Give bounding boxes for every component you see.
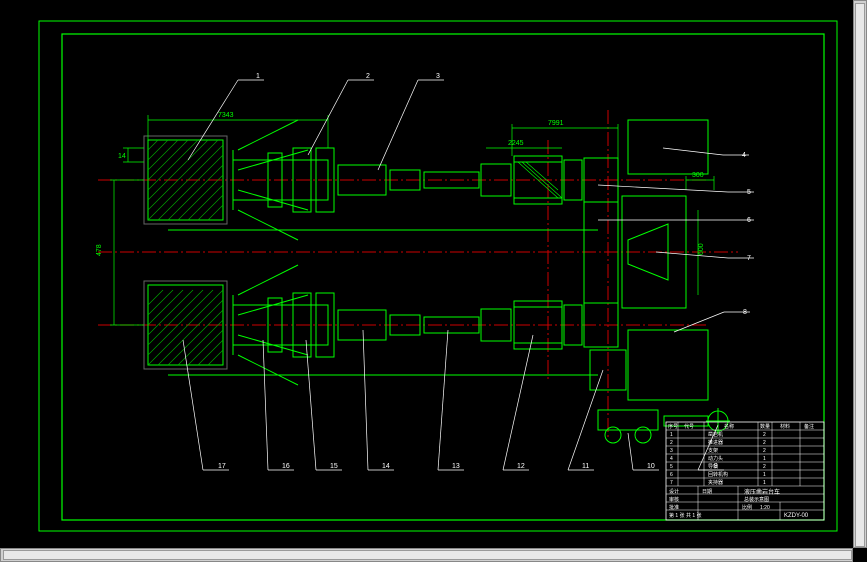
horizontal-scroll-thumb[interactable]: [3, 550, 852, 560]
dim-top-right: 7991: [548, 120, 564, 127]
centerlines: [98, 110, 738, 440]
svg-text:6: 6: [670, 472, 673, 478]
approved-label: 批准: [669, 504, 679, 511]
callout-13: 13: [452, 463, 460, 470]
svg-text:回转机构: 回转机构: [708, 471, 728, 478]
dim-mid-len: 2245: [508, 140, 524, 147]
callout-12: 12: [517, 463, 525, 470]
checked-label: 审核: [669, 496, 679, 503]
outer-frame: [39, 21, 837, 531]
sheet-label: 第 1 张 共 1 张: [669, 512, 702, 519]
scale-label: 比例: [742, 504, 752, 511]
bom-hdr-2: 名称: [724, 423, 734, 430]
svg-text:动力头: 动力头: [708, 455, 723, 462]
scale-value: 1:20: [760, 505, 770, 511]
svg-text:2: 2: [763, 448, 766, 454]
svg-text:2: 2: [763, 432, 766, 438]
callout-1: 1: [256, 73, 260, 80]
callout-17: 17: [218, 463, 226, 470]
callout-4: 4: [742, 152, 746, 159]
designed-label: 设计: [669, 488, 679, 495]
svg-text:2: 2: [763, 440, 766, 446]
callout-6: 6: [747, 217, 751, 224]
svg-text:1: 1: [670, 432, 673, 438]
svg-text:推进器: 推进器: [708, 439, 723, 446]
svg-text:5: 5: [670, 464, 673, 470]
svg-text:1: 1: [763, 456, 766, 462]
drawing-area: 7343 7991 14 478 300 2245 600: [38, 20, 838, 532]
dwg-no: KZDY-00: [784, 513, 809, 519]
cad-drawing-svg: 7343 7991 14 478 300 2245 600: [38, 20, 838, 532]
dim-mid-vert: 600: [698, 243, 705, 255]
svg-text:4: 4: [670, 456, 673, 462]
vertical-scrollbar[interactable]: [853, 0, 867, 548]
dim-left-vert: 478: [96, 244, 103, 256]
callout-11: 11: [582, 463, 589, 470]
callout-3: 3: [436, 73, 440, 80]
svg-text:凿岩机: 凿岩机: [708, 431, 723, 438]
callout-16: 16: [282, 463, 290, 470]
dim-left-small: 14: [118, 153, 126, 160]
horizontal-scrollbar[interactable]: [0, 548, 853, 562]
callout-15: 15: [330, 463, 338, 470]
callout-8: 8: [743, 309, 747, 316]
vertical-scroll-thumb[interactable]: [855, 3, 865, 547]
dim-right-ext: 300: [692, 172, 704, 179]
svg-text:1: 1: [763, 480, 766, 486]
central-carrier: [168, 120, 730, 443]
bom-hdr-0: 序号: [668, 423, 678, 430]
svg-text:支架: 支架: [708, 447, 718, 454]
svg-text:7: 7: [670, 480, 673, 486]
svg-text:2: 2: [763, 464, 766, 470]
bom-hdr-3: 数量: [760, 423, 770, 430]
dim-top-left: 7343: [218, 112, 234, 119]
date-label: 日期: [702, 489, 712, 495]
bom-hdr-5: 备注: [804, 423, 814, 430]
svg-text:2: 2: [670, 440, 673, 446]
bom-hdr-1: 代号: [684, 423, 694, 430]
cad-viewport: 7343 7991 14 478 300 2245 600: [0, 0, 867, 562]
callout-5: 5: [747, 189, 751, 196]
svg-text:导轨: 导轨: [708, 463, 718, 470]
callout-14: 14: [382, 463, 390, 470]
titleblock: 序号 代号 名称 数量 材料 备注 1 凿岩机 2 2 推进器 2 3 支架 2…: [666, 422, 824, 520]
callout-7: 7: [747, 255, 751, 262]
title-main: 液压凿岩台车: [744, 488, 780, 496]
title-sub: 总装示意图: [744, 496, 769, 503]
svg-text:1: 1: [763, 472, 766, 478]
svg-text:夹持器: 夹持器: [708, 479, 723, 486]
bom-hdr-4: 材料: [780, 423, 790, 430]
callout-10: 10: [647, 463, 655, 470]
svg-text:3: 3: [670, 448, 673, 454]
callout-2: 2: [366, 73, 370, 80]
